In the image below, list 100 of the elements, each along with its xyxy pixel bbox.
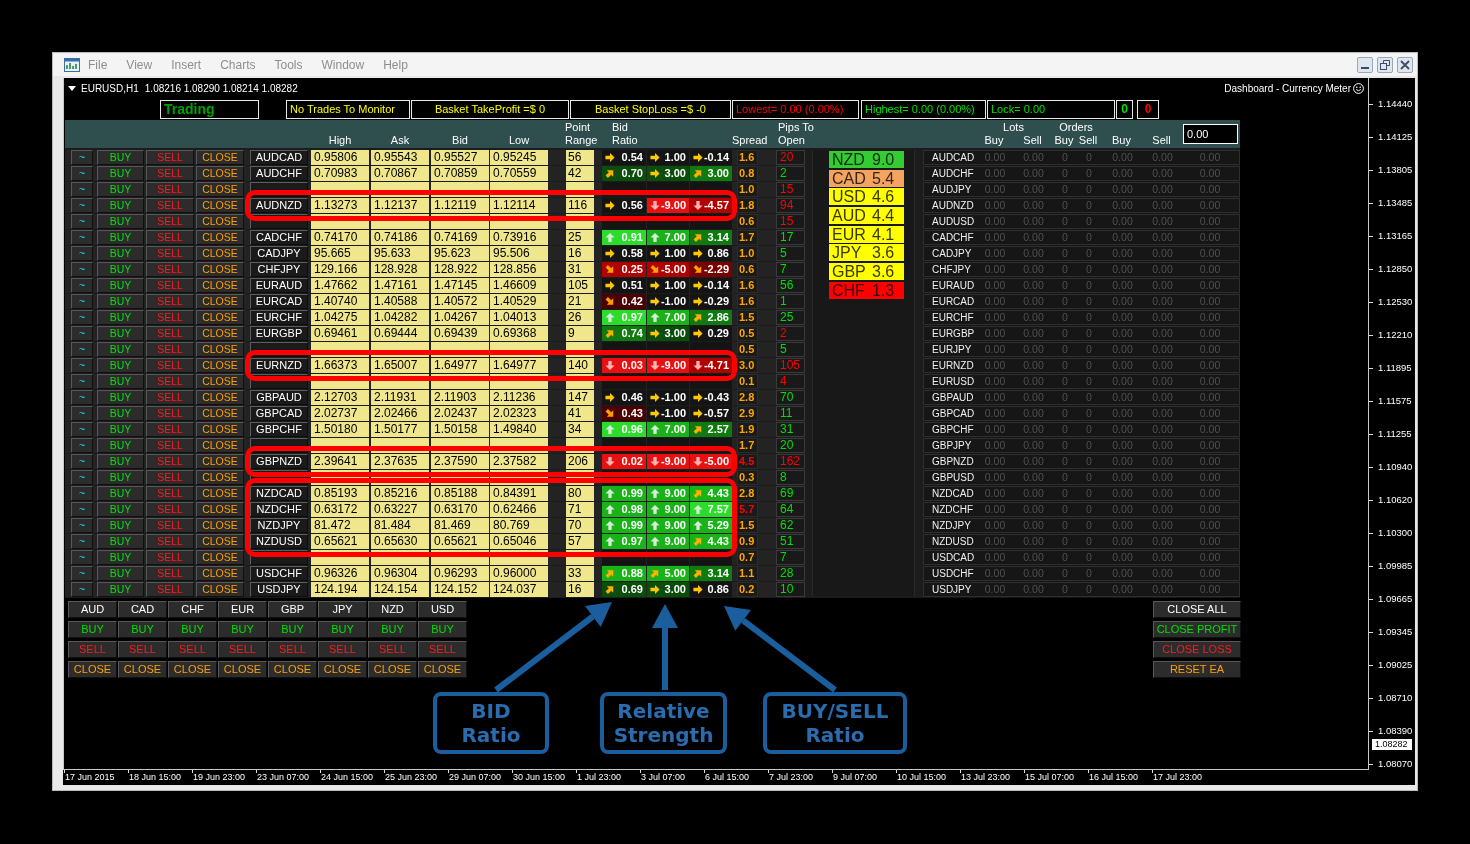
close-button[interactable]: CLOSE: [168, 661, 217, 678]
tilde-button[interactable]: ~: [71, 518, 93, 533]
sell-button[interactable]: SELL: [146, 214, 194, 229]
buy-button[interactable]: BUY: [368, 621, 417, 638]
tilde-button[interactable]: ~: [71, 294, 93, 309]
sell-button[interactable]: SELL: [146, 534, 194, 549]
close-button[interactable]: CLOSE: [118, 661, 167, 678]
pair-button[interactable]: CADJPY: [250, 246, 308, 261]
pair-button[interactable]: EURCHF: [250, 310, 308, 325]
buy-button[interactable]: BUY: [97, 166, 144, 181]
sell-button[interactable]: SELL: [146, 182, 194, 197]
close-button[interactable]: CLOSE: [196, 422, 244, 437]
close-loss-button[interactable]: CLOSE LOSS: [1153, 641, 1241, 658]
close-button[interactable]: CLOSE: [196, 454, 244, 469]
tilde-button[interactable]: ~: [71, 374, 93, 389]
buy-button[interactable]: BUY: [218, 621, 267, 638]
buy-button[interactable]: BUY: [68, 621, 117, 638]
close-button[interactable]: CLOSE: [196, 438, 244, 453]
pair-button[interactable]: USDCHF: [250, 566, 308, 581]
sell-button[interactable]: SELL: [146, 470, 194, 485]
sell-button[interactable]: SELL: [368, 641, 417, 658]
sell-button[interactable]: SELL: [168, 641, 217, 658]
buy-button[interactable]: BUY: [97, 454, 144, 469]
buy-button[interactable]: BUY: [97, 230, 144, 245]
minimize-button[interactable]: [1357, 56, 1373, 73]
buy-button[interactable]: BUY: [97, 358, 144, 373]
sell-button[interactable]: SELL: [146, 150, 194, 165]
buy-button[interactable]: BUY: [97, 262, 144, 277]
tilde-button[interactable]: ~: [71, 566, 93, 581]
tilde-button[interactable]: ~: [71, 502, 93, 517]
buy-button[interactable]: BUY: [97, 422, 144, 437]
sell-button[interactable]: SELL: [146, 166, 194, 181]
sell-button[interactable]: SELL: [68, 641, 117, 658]
tilde-button[interactable]: ~: [71, 486, 93, 501]
buy-button[interactable]: BUY: [97, 374, 144, 389]
close-button[interactable]: CLOSE: [196, 358, 244, 373]
pair-button[interactable]: AUDNZD: [250, 198, 308, 213]
sell-button[interactable]: SELL: [146, 406, 194, 421]
currency-button[interactable]: CAD: [118, 601, 167, 618]
buy-button[interactable]: BUY: [97, 278, 144, 293]
buy-button[interactable]: BUY: [97, 486, 144, 501]
close-button[interactable]: CLOSE: [196, 214, 244, 229]
tilde-button[interactable]: ~: [71, 454, 93, 469]
close-button[interactable]: CLOSE: [196, 326, 244, 341]
pair-button[interactable]: EURAUD: [250, 278, 308, 293]
reset-button[interactable]: RESET EA: [1153, 661, 1241, 678]
pair-button[interactable]: NZDCHF: [250, 502, 308, 517]
buy-button[interactable]: BUY: [418, 621, 467, 638]
sell-button[interactable]: SELL: [146, 582, 194, 597]
tilde-button[interactable]: ~: [71, 278, 93, 293]
close-all-button[interactable]: CLOSE ALL: [1153, 601, 1241, 618]
close-button[interactable]: CLOSE: [196, 582, 244, 597]
sell-button[interactable]: SELL: [146, 326, 194, 341]
sell-button[interactable]: SELL: [146, 262, 194, 277]
close-button[interactable]: CLOSE: [196, 374, 244, 389]
pair-button[interactable]: GBPCHF: [250, 422, 308, 437]
close-button[interactable]: CLOSE: [196, 566, 244, 581]
pair-button[interactable]: NZDJPY: [250, 518, 308, 533]
pair-button[interactable]: GBPCAD: [250, 406, 308, 421]
close-button[interactable]: CLOSE: [418, 661, 467, 678]
sell-button[interactable]: SELL: [146, 518, 194, 533]
close-button[interactable]: CLOSE: [196, 502, 244, 517]
close-button[interactable]: CLOSE: [218, 661, 267, 678]
close-button[interactable]: CLOSE: [196, 182, 244, 197]
currency-button[interactable]: USD: [418, 601, 467, 618]
sell-button[interactable]: SELL: [118, 641, 167, 658]
pair-button[interactable]: AUDCHF: [250, 166, 308, 181]
close-profit-button[interactable]: CLOSE PROFIT: [1153, 621, 1241, 638]
close-button[interactable]: CLOSE: [196, 550, 244, 565]
tilde-button[interactable]: ~: [71, 166, 93, 181]
buy-button[interactable]: BUY: [318, 621, 367, 638]
sell-button[interactable]: SELL: [146, 342, 194, 357]
close-button[interactable]: CLOSE: [368, 661, 417, 678]
tilde-button[interactable]: ~: [71, 326, 93, 341]
buy-button[interactable]: BUY: [168, 621, 217, 638]
buy-button[interactable]: BUY: [97, 246, 144, 261]
tilde-button[interactable]: ~: [71, 390, 93, 405]
close-button[interactable]: CLOSE: [268, 661, 317, 678]
sell-button[interactable]: SELL: [146, 454, 194, 469]
tilde-button[interactable]: ~: [71, 534, 93, 549]
sell-button[interactable]: SELL: [146, 230, 194, 245]
sell-button[interactable]: SELL: [146, 278, 194, 293]
sell-button[interactable]: SELL: [146, 310, 194, 325]
tilde-button[interactable]: ~: [71, 470, 93, 485]
tilde-button[interactable]: ~: [71, 230, 93, 245]
close-button[interactable]: CLOSE: [68, 661, 117, 678]
close-button[interactable]: CLOSE: [196, 342, 244, 357]
buy-button[interactable]: BUY: [118, 621, 167, 638]
sell-button[interactable]: SELL: [146, 550, 194, 565]
buy-button[interactable]: BUY: [97, 294, 144, 309]
currency-button[interactable]: GBP: [268, 601, 317, 618]
buy-button[interactable]: BUY: [97, 502, 144, 517]
sell-button[interactable]: SELL: [318, 641, 367, 658]
pair-button[interactable]: CHFJPY: [250, 262, 308, 277]
sell-button[interactable]: SELL: [146, 390, 194, 405]
buy-button[interactable]: BUY: [268, 621, 317, 638]
tilde-button[interactable]: ~: [71, 406, 93, 421]
tilde-button[interactable]: ~: [71, 310, 93, 325]
pair-button[interactable]: NZDCAD: [250, 486, 308, 501]
buy-button[interactable]: BUY: [97, 150, 144, 165]
